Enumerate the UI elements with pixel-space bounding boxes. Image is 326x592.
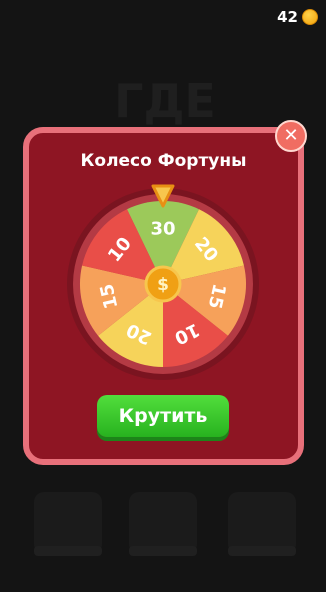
fortune-wheel: 30201510201510 $ xyxy=(67,184,259,380)
wheel-segment-label: 30 xyxy=(150,219,175,240)
spin-button[interactable]: Крутить xyxy=(97,395,229,437)
dollar-symbol: $ xyxy=(157,275,169,295)
